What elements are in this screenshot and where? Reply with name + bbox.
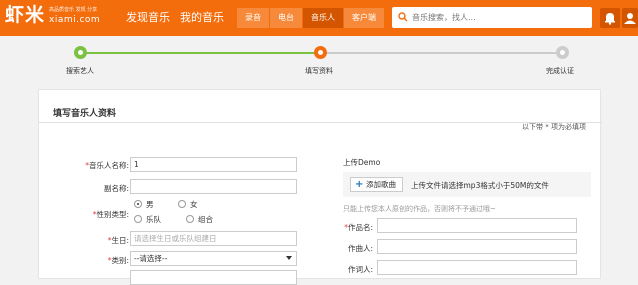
subnav-radio[interactable]: 电台 [270, 8, 302, 28]
search-input[interactable] [412, 10, 582, 25]
user-menu-button[interactable] [622, 8, 638, 28]
step-3-label: 完成认证 [546, 67, 574, 75]
composer-input[interactable] [377, 239, 577, 254]
step-2-dot [314, 46, 327, 59]
gender-group-label: 组合 [198, 215, 213, 224]
step-1-dot [74, 46, 87, 59]
gender-radio-male[interactable] [134, 200, 142, 208]
required-note: 以下带 * 项为必填项 [522, 123, 586, 131]
gender-female-label: 女 [190, 200, 198, 209]
step-line-done [80, 52, 320, 54]
song-name-label: *作品名: [344, 223, 373, 232]
logo-slogan: 高品质音乐 发现 分享 [49, 7, 98, 13]
birthday-input[interactable]: 请选择生日或乐队组建日 [130, 231, 297, 246]
form-title: 填写音乐人资料 [53, 109, 117, 119]
subnav-client[interactable]: 客户端 [344, 8, 384, 28]
logo-domain: xiami.com [49, 15, 101, 25]
plus-icon: + [355, 179, 364, 190]
step-1-label: 搜索艺人 [66, 67, 94, 75]
category-label: *类别: [107, 256, 129, 265]
gender-male-label: 男 [146, 200, 154, 209]
xiami-logo[interactable]: 虾米 高品质音乐 发现 分享 xiami.com [5, 4, 100, 26]
step-2-label: 填写资料 [305, 67, 333, 75]
sub-navigation: 录音 电台 音乐人 客户端 [237, 8, 385, 28]
gender-radio-band[interactable] [134, 215, 142, 223]
logo-text: 虾米 [5, 4, 46, 26]
progress-steps: 搜索艺人 填写资料 完成认证 [0, 36, 638, 86]
gender-band-label: 乐队 [146, 215, 161, 224]
gender-radio-group[interactable] [186, 215, 194, 223]
search-icon [398, 12, 408, 22]
title-divider [39, 122, 602, 123]
nav-discover-music[interactable]: 发现音乐 [126, 9, 170, 25]
lyricist-input[interactable] [377, 260, 577, 275]
gender-label: *性别类型: [92, 210, 129, 219]
notification-button[interactable] [600, 8, 620, 28]
gender-radio-female[interactable] [178, 200, 186, 208]
original-work-tip: 只能上传您本人原创的作品，否则将不予通过哦~ [343, 205, 496, 213]
alias-input[interactable] [130, 179, 297, 194]
upload-demo-title: 上传Demo [343, 158, 381, 167]
add-song-button[interactable]: + 添加歌曲 [350, 177, 403, 192]
category-select[interactable]: --请选择-- [130, 251, 297, 266]
add-song-label: 添加歌曲 [366, 180, 396, 189]
birthday-label: *生日: [107, 236, 129, 245]
song-name-input[interactable] [377, 218, 577, 233]
artist-name-label: *音乐人名称: [85, 161, 129, 170]
user-icon [624, 13, 636, 24]
composer-label: 作曲人: [347, 244, 373, 253]
step-3-dot [556, 46, 569, 59]
chevron-down-icon [286, 256, 292, 260]
bell-icon [605, 13, 615, 25]
lyricist-label: 作词人: [347, 265, 373, 274]
upload-tip: 上传文件请选择mp3格式小于50M的文件 [411, 181, 549, 190]
alias-label: 副名称: [103, 184, 129, 193]
artist-name-input[interactable]: 1 [130, 157, 297, 172]
subnav-record[interactable]: 录音 [237, 8, 269, 28]
search-box [392, 7, 592, 28]
subcategory-select[interactable] [130, 270, 297, 285]
top-bar: 虾米 高品质音乐 发现 分享 xiami.com 发现音乐 我的音乐 录音 电台… [0, 0, 638, 36]
subnav-musician[interactable]: 音乐人 [303, 8, 343, 28]
step-line-todo [320, 52, 562, 54]
nav-my-music[interactable]: 我的音乐 [180, 9, 224, 25]
category-select-value: --请选择-- [134, 254, 168, 263]
upload-box: + 添加歌曲 上传文件请选择mp3格式小于50M的文件 [343, 172, 591, 197]
musician-form-panel: 填写音乐人资料 以下带 * 项为必填项 *音乐人名称: 1 副名称: *性别类型… [38, 89, 602, 285]
